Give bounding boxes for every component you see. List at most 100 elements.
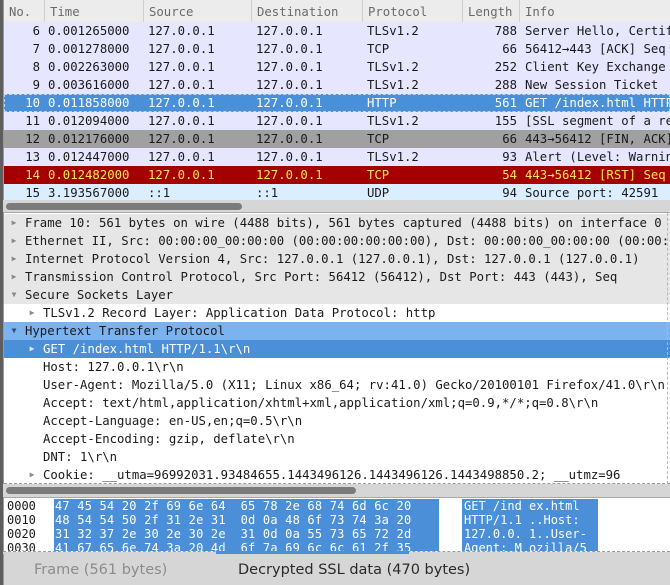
packet-cell-no: 14 xyxy=(25,168,40,182)
hex-offset: 0000 xyxy=(7,499,36,513)
packet-row[interactable]: 15 3.193567000::1::1 UDP 94 Source port: 425… xyxy=(4,184,670,200)
detail-tree-item[interactable]: ▼ Secure Sockets Layer xyxy=(4,286,670,304)
tab-decrypted-ssl-data[interactable]: Decrypted SSL data (470 bytes) xyxy=(238,554,470,585)
collapsed-arrow-icon[interactable]: ▶ xyxy=(27,466,37,484)
packet-cell-protocol: TLSv1.2 xyxy=(367,150,419,164)
hex-bytes[interactable]: 31 32 37 2e 30 2e 30 2e 31 0d 0a 55 73 6… xyxy=(54,527,439,541)
packet-cell-protocol: TCP xyxy=(367,42,390,56)
detail-tree-item-label: Transmission Control Protocol, Src Port:… xyxy=(25,270,618,284)
detail-tree-item[interactable]: ▶ GET /index.html HTTP/1.1\r\n xyxy=(4,340,670,358)
packet-list-horizontal-scrollbar[interactable] xyxy=(3,200,670,212)
packet-row[interactable]: 6 0.001265000 127.0.0.1 127.0.0.1 TLSv1.2 788… xyxy=(4,22,670,40)
details-horizontal-scrollbar[interactable] xyxy=(3,484,670,496)
packet-list[interactable]: No. Time Source Destination Protocol Len… xyxy=(3,0,670,200)
packet-cell-destination: 127.0.0.1 xyxy=(256,60,323,74)
packet-row[interactable]: 10 0.011858000 127.0.0.1 127.0.0.1 HTTP 561 GE… xyxy=(4,94,670,112)
detail-tree-item[interactable]: ▶ Cookie: __utma=96992031.93484655.144349… xyxy=(4,466,670,484)
packet-cell-length: 66 xyxy=(502,42,517,56)
hex-row: 0000 47 45 54 20 2f 69 6e 64 65 78 2e 68 … xyxy=(4,499,670,513)
collapsed-arrow-icon[interactable]: ▶ xyxy=(9,214,19,232)
collapsed-arrow-icon[interactable]: ▶ xyxy=(9,268,19,286)
packet-cell-no: 9 xyxy=(32,78,40,92)
packet-cell-source: 127.0.0.1 xyxy=(148,114,215,128)
detail-tree-item[interactable]: ▶ Frame 10: 561 bytes on wire (4488 bits)… xyxy=(4,214,670,232)
packet-row[interactable]: 13 0.012447000 127.0.0.1 127.0.0.1 TLSv1.2 93… xyxy=(4,148,670,166)
packet-cell-time: 0.012447000 xyxy=(48,150,130,164)
hex-bytes[interactable]: 48 54 54 50 2f 31 2e 31 0d 0a 48 6f 73 7… xyxy=(54,513,439,527)
collapsed-arrow-icon[interactable]: ▶ xyxy=(27,304,37,322)
packet-cell-length: 66 xyxy=(502,132,517,146)
detail-tree-item[interactable]: ▼ Hypertext Transfer Protocol xyxy=(4,322,670,340)
hex-row: 0010 48 54 54 50 2f 31 2e 31 0d 0a 48 6f … xyxy=(4,513,670,527)
packet-cell-destination: 127.0.0.1 xyxy=(256,114,323,128)
packet-cell-no: 7 xyxy=(32,42,40,56)
packet-cell-info: Client Key Exchange xyxy=(525,60,666,74)
detail-tree-item-label: User-Agent: Mozilla/5.0 (X11; Linux x86_… xyxy=(43,378,665,392)
packet-row[interactable]: 11 0.012094000 127.0.0.1 127.0.0.1 TLSv1.2 15… xyxy=(4,112,670,130)
packet-bytes-pane[interactable]: 0000 47 45 54 20 2f 69 6e 64 65 78 2e 68 … xyxy=(3,497,670,552)
scrollbar-thumb[interactable] xyxy=(6,203,242,210)
packet-cell-time: 0.012094000 xyxy=(48,114,130,128)
expanded-arrow-icon[interactable]: ▼ xyxy=(9,322,19,340)
packet-cell-destination: ::1 xyxy=(256,186,279,200)
packet-cell-time: 0.001265000 xyxy=(48,24,130,38)
detail-tree-item-label: GET /index.html HTTP/1.1\r\n xyxy=(43,342,251,356)
packet-cell-info: New Session Ticket xyxy=(525,78,659,92)
hex-ascii[interactable]: 127.0.0. 1..User- xyxy=(462,527,598,541)
expanded-arrow-icon[interactable]: ▼ xyxy=(9,286,19,304)
detail-tree-item[interactable]: ▶ TLSv1.2 Record Layer: Application Data … xyxy=(4,304,670,322)
packet-row[interactable]: 12 0.012176000 127.0.0.1 127.0.0.1 TCP 66 443→… xyxy=(4,130,670,148)
packet-cell-info: 443→56412 [FIN, ACK] xyxy=(525,132,670,146)
packet-row[interactable]: 7 0.001278000 127.0.0.1 127.0.0.1 TCP 66 56412… xyxy=(4,40,670,58)
packet-cell-no: 10 xyxy=(25,96,40,110)
packet-cell-source: 127.0.0.1 xyxy=(148,60,215,74)
detail-tree-item[interactable]: User-Agent: Mozilla/5.0 (X11; Linux x86_… xyxy=(4,376,670,394)
packet-cell-no: 13 xyxy=(25,150,40,164)
bytes-tab-bar: Frame (561 bytes) Decrypted SSL data (47… xyxy=(3,554,670,585)
detail-tree-item-label: Accept-Language: en-US,en;q=0.5\r\n xyxy=(43,414,303,428)
detail-tree-item[interactable]: ▶ Internet Protocol Version 4, Src: 127.0… xyxy=(4,250,670,268)
detail-tree-item-label: Host: 127.0.0.1\r\n xyxy=(43,360,184,374)
packet-cell-info: 443→56412 [RST] Seq xyxy=(525,168,666,182)
packet-cell-length: 788 xyxy=(494,24,517,38)
packet-cell-protocol: TLSv1.2 xyxy=(367,60,419,74)
detail-tree-item[interactable]: ▶ Transmission Control Protocol, Src Port… xyxy=(4,268,670,286)
detail-tree-item-label: Frame 10: 561 bytes on wire (4488 bits),… xyxy=(25,216,662,230)
hex-ascii[interactable]: HTTP/1.1 ..Host: xyxy=(462,513,598,527)
collapsed-arrow-icon[interactable]: ▶ xyxy=(27,340,37,358)
tab-frame-bytes[interactable]: Frame (561 bytes) xyxy=(34,554,167,585)
detail-tree-item-label: TLSv1.2 Record Layer: Application Data P… xyxy=(43,306,436,320)
packet-cell-protocol: TCP xyxy=(367,132,390,146)
packet-cell-protocol: TLSv1.2 xyxy=(367,24,419,38)
packet-row[interactable]: 9 0.003616000 127.0.0.1 127.0.0.1 TLSv1.2 288… xyxy=(4,76,670,94)
hex-bytes[interactable]: 47 45 54 20 2f 69 6e 64 65 78 2e 68 74 6… xyxy=(54,499,439,513)
detail-tree-item[interactable]: ▶ Ethernet II, Src: 00:00:00_00:00:00 (00… xyxy=(4,232,670,250)
packet-row[interactable]: 8 0.002263000 127.0.0.1 127.0.0.1 TLSv1.2 252… xyxy=(4,58,670,76)
packet-cell-no: 6 xyxy=(32,24,40,38)
packet-cell-info: 56412→443 [ACK] Seq xyxy=(525,42,666,56)
detail-tree-item[interactable]: Accept-Language: en-US,en;q=0.5\r\n xyxy=(4,412,670,430)
packet-cell-time: 0.001278000 xyxy=(48,42,130,56)
detail-tree-item[interactable]: Host: 127.0.0.1\r\n xyxy=(4,358,670,376)
detail-tree-item-label: Ethernet II, Src: 00:00:00_00:00:00 (00:… xyxy=(25,234,670,248)
packet-cell-source: 127.0.0.1 xyxy=(148,150,215,164)
packet-cell-destination: 127.0.0.1 xyxy=(256,132,323,146)
hex-ascii[interactable]: GET /ind ex.html xyxy=(462,499,598,513)
collapsed-arrow-icon[interactable]: ▶ xyxy=(9,232,19,250)
hex-offset: 0020 xyxy=(7,527,36,541)
packet-cell-time: 0.012176000 xyxy=(48,132,130,146)
packet-cell-destination: 127.0.0.1 xyxy=(256,96,323,110)
collapsed-arrow-icon[interactable]: ▶ xyxy=(9,250,19,268)
scrollbar-thumb[interactable] xyxy=(6,487,356,494)
packet-details-tree[interactable]: ▶ Frame 10: 561 bytes on wire (4488 bits)… xyxy=(3,212,670,484)
hex-ascii[interactable]: Agent: M ozilla/5 xyxy=(462,541,598,551)
detail-tree-item[interactable]: Accept-Encoding: gzip, deflate\r\n xyxy=(4,430,670,448)
detail-tree-item[interactable]: DNT: 1\r\n xyxy=(4,448,670,466)
packet-cell-destination: 127.0.0.1 xyxy=(256,78,323,92)
packet-cell-source: 127.0.0.1 xyxy=(148,42,215,56)
packet-row[interactable]: 14 0.012482000 127.0.0.1 127.0.0.1 TCP 54 443→… xyxy=(4,166,670,184)
detail-tree-item[interactable]: Accept: text/html,application/xhtml+xml,… xyxy=(4,394,670,412)
packet-cell-length: 252 xyxy=(494,60,517,74)
packet-cell-source: ::1 xyxy=(148,186,171,200)
packet-cell-length: 94 xyxy=(502,186,517,200)
